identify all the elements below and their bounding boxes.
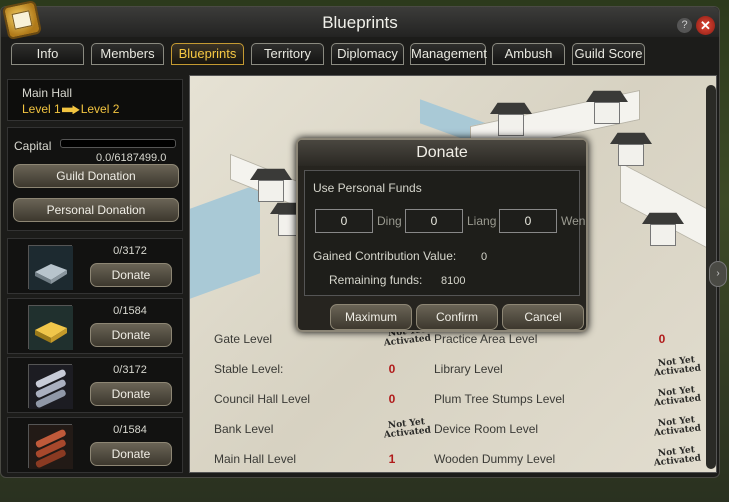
level-status: 1 bbox=[388, 452, 396, 466]
capital-label: Capital bbox=[14, 139, 52, 153]
dialog-title: Donate bbox=[298, 140, 586, 166]
wen-unit: Wen bbox=[561, 214, 586, 228]
ding-input[interactable]: 0 bbox=[315, 209, 373, 233]
level-status: Not Yet Activated bbox=[653, 385, 702, 409]
tab-blueprints[interactable]: Blueprints bbox=[171, 43, 244, 65]
tab-territory[interactable]: Territory bbox=[251, 43, 324, 65]
level-name: Library Level bbox=[434, 362, 503, 376]
level-name: Wooden Dummy Level bbox=[434, 452, 556, 466]
item-row: 0/1584 Donate bbox=[7, 298, 183, 354]
level-status: 0 bbox=[658, 332, 666, 346]
capital-section: Capital 0.0/6187499.0 Guild Donation Per… bbox=[7, 127, 183, 231]
level-upgrade: Level 1 Level 2 bbox=[22, 102, 119, 116]
item-count: 0/3172 bbox=[113, 245, 147, 257]
cancel-button[interactable]: Cancel bbox=[502, 304, 584, 330]
gained-value: 0 bbox=[481, 251, 488, 263]
gold-ingot-icon bbox=[28, 305, 73, 350]
remaining-label: Remaining funds: bbox=[329, 273, 423, 287]
window-title: Blueprints bbox=[322, 13, 398, 32]
level-status: Not Yet Activated bbox=[653, 355, 702, 379]
wood-logs-icon bbox=[28, 424, 73, 469]
capital-value: 0.0/6187499.0 bbox=[96, 152, 167, 164]
dialog-body: Use Personal Funds 0 Ding 0 Liang 0 Wen … bbox=[304, 170, 585, 296]
guild-donation-button[interactable]: Guild Donation bbox=[13, 164, 179, 188]
from-level: Level 1 bbox=[22, 102, 61, 116]
tab-members[interactable]: Members bbox=[91, 43, 164, 65]
level-name: Stable Level: bbox=[214, 362, 284, 376]
donate-button[interactable]: Donate bbox=[90, 442, 172, 466]
ding-unit: Ding bbox=[377, 214, 402, 228]
donate-button[interactable]: Donate bbox=[90, 323, 172, 347]
liang-input[interactable]: 0 bbox=[405, 209, 463, 233]
level-name: Practice Area Level bbox=[434, 332, 538, 346]
iron-ingot-icon bbox=[28, 245, 73, 290]
wen-input[interactable]: 0 bbox=[499, 209, 557, 233]
main-hall-title: Main Hall bbox=[22, 86, 73, 100]
donate-dialog: Donate Use Personal Funds 0 Ding 0 Liang… bbox=[296, 138, 588, 332]
maximum-button[interactable]: Maximum bbox=[330, 304, 412, 330]
tab-guild-score[interactable]: Guild Score bbox=[572, 43, 645, 65]
level-name: Bank Level bbox=[214, 422, 274, 436]
level-name: Device Room Level bbox=[434, 422, 539, 436]
level-name: Council Hall Level bbox=[214, 392, 311, 406]
donate-button[interactable]: Donate bbox=[90, 382, 172, 406]
gained-label: Gained Contribution Value: bbox=[313, 249, 457, 263]
item-count: 0/1584 bbox=[113, 305, 147, 317]
level-name: Gate Level bbox=[214, 332, 273, 346]
level-status: Not Yet Activated bbox=[653, 445, 702, 469]
confirm-button[interactable]: Confirm bbox=[416, 304, 498, 330]
silver-logs-icon bbox=[28, 364, 73, 409]
tab-management[interactable]: Management bbox=[410, 43, 487, 65]
item-count: 0/1584 bbox=[113, 424, 147, 436]
capital-progress-bar bbox=[60, 139, 176, 148]
tab-diplomacy[interactable]: Diplomacy bbox=[331, 43, 404, 65]
level-name: Main Hall Level bbox=[214, 452, 297, 466]
item-row: 0/1584 Donate bbox=[7, 417, 183, 473]
scroll-right-icon[interactable]: › bbox=[709, 261, 727, 287]
donate-button[interactable]: Donate bbox=[90, 263, 172, 287]
main-hall-info: Main Hall Level 1 Level 2 bbox=[7, 79, 183, 121]
level-name: Plum Tree Stumps Level bbox=[434, 392, 565, 406]
item-count: 0/3172 bbox=[113, 364, 147, 376]
title-bar: Blueprints ? ✕ bbox=[1, 0, 719, 41]
tab-info[interactable]: Info bbox=[11, 43, 84, 65]
level-status: Not Yet Activated bbox=[653, 415, 702, 439]
remaining-value: 8100 bbox=[441, 275, 466, 287]
item-row: 0/3172 Donate bbox=[7, 238, 183, 294]
arrow-right-icon bbox=[61, 105, 80, 115]
close-icon[interactable]: ✕ bbox=[696, 16, 715, 35]
personal-funds-label: Use Personal Funds bbox=[313, 181, 422, 195]
level-status: 0 bbox=[388, 362, 396, 376]
liang-unit: Liang bbox=[467, 214, 497, 228]
level-status: Not Yet Activated bbox=[383, 417, 432, 441]
level-status: 0 bbox=[388, 392, 396, 406]
to-level: Level 2 bbox=[80, 102, 120, 116]
personal-donation-button[interactable]: Personal Donation bbox=[13, 198, 179, 222]
help-icon[interactable]: ? bbox=[677, 18, 692, 33]
item-row: 0/3172 Donate bbox=[7, 357, 183, 413]
tab-ambush[interactable]: Ambush bbox=[492, 43, 565, 65]
